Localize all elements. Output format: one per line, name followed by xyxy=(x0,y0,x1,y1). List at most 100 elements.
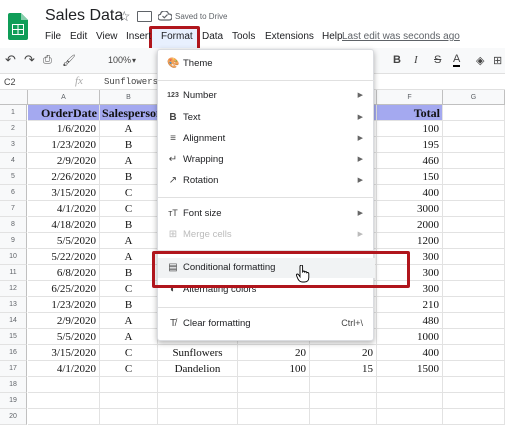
table-cell[interactable]: 3/15/2020 xyxy=(28,185,100,201)
row-header[interactable]: 15 xyxy=(0,329,27,345)
header-cell[interactable]: Total xyxy=(377,105,443,121)
row-header[interactable]: 8 xyxy=(0,217,27,233)
table-cell[interactable] xyxy=(377,409,443,425)
table-cell[interactable] xyxy=(443,233,505,249)
table-cell[interactable]: 20 xyxy=(238,345,310,361)
table-cell[interactable] xyxy=(443,329,505,345)
cell-reference[interactable]: C2 xyxy=(4,77,16,87)
table-cell[interactable] xyxy=(100,393,158,409)
row-header[interactable]: 12 xyxy=(0,281,27,297)
zoom-select[interactable]: 100% xyxy=(108,55,131,65)
bold-icon[interactable]: B xyxy=(393,54,401,66)
row-header[interactable]: 10 xyxy=(0,249,27,265)
menu-item-text[interactable]: B Text ▶ xyxy=(158,108,375,128)
table-cell[interactable] xyxy=(443,217,505,233)
table-cell[interactable] xyxy=(28,377,100,393)
fill-color-icon[interactable]: ◈ xyxy=(476,54,484,67)
table-cell[interactable] xyxy=(377,393,443,409)
print-icon[interactable]: ⎙ xyxy=(43,54,52,67)
borders-icon[interactable]: ⊞ xyxy=(493,54,502,67)
table-cell[interactable] xyxy=(310,409,377,425)
table-cell[interactable]: 4/1/2020 xyxy=(28,361,100,377)
table-cell[interactable] xyxy=(158,377,238,393)
table-cell[interactable]: A xyxy=(100,329,158,345)
table-cell[interactable]: 100 xyxy=(377,121,443,137)
table-cell[interactable]: 1/23/2020 xyxy=(28,137,100,153)
star-icon[interactable]: ☆ xyxy=(118,8,131,25)
table-cell[interactable]: B xyxy=(100,137,158,153)
table-cell[interactable]: 1500 xyxy=(377,361,443,377)
last-edit-link[interactable]: Last edit was seconds ago xyxy=(342,31,460,42)
row-header[interactable]: 16 xyxy=(0,345,27,361)
col-header-b[interactable]: B xyxy=(100,90,158,105)
table-cell[interactable]: Sunflowers xyxy=(158,345,238,361)
table-cell[interactable]: 1000 xyxy=(377,329,443,345)
menu-format[interactable]: Format xyxy=(161,31,193,42)
row-header[interactable]: 20 xyxy=(0,409,27,425)
col-header-f[interactable]: F xyxy=(377,90,443,105)
table-cell[interactable] xyxy=(443,249,505,265)
strikethrough-icon[interactable]: S xyxy=(434,54,441,66)
select-all-corner[interactable] xyxy=(0,90,28,105)
formula-input[interactable]: Sunflowers xyxy=(104,77,158,87)
table-cell[interactable]: Dandelion xyxy=(158,361,238,377)
row-header[interactable]: 13 xyxy=(0,297,27,313)
menu-file[interactable]: File xyxy=(45,31,61,42)
table-cell[interactable] xyxy=(443,281,505,297)
table-cell[interactable]: C xyxy=(100,345,158,361)
row-header[interactable]: 11 xyxy=(0,265,27,281)
italic-icon[interactable]: I xyxy=(414,54,418,66)
table-cell[interactable]: 1/6/2020 xyxy=(28,121,100,137)
table-cell[interactable]: 6/25/2020 xyxy=(28,281,100,297)
table-cell[interactable]: 150 xyxy=(377,169,443,185)
table-cell[interactable] xyxy=(443,345,505,361)
table-cell[interactable] xyxy=(443,201,505,217)
table-cell[interactable]: 195 xyxy=(377,137,443,153)
table-cell[interactable]: 100 xyxy=(238,361,310,377)
table-cell[interactable]: A xyxy=(100,233,158,249)
table-cell[interactable] xyxy=(443,393,505,409)
table-cell[interactable] xyxy=(443,105,505,121)
menu-data[interactable]: Data xyxy=(202,31,223,42)
header-cell[interactable]: OrderDate xyxy=(28,105,100,121)
folder-icon[interactable] xyxy=(137,11,152,22)
table-cell[interactable] xyxy=(443,297,505,313)
table-cell[interactable] xyxy=(443,137,505,153)
table-cell[interactable]: C xyxy=(100,281,158,297)
menu-edit[interactable]: Edit xyxy=(70,31,87,42)
table-cell[interactable] xyxy=(443,313,505,329)
table-cell[interactable]: 3000 xyxy=(377,201,443,217)
col-header-a[interactable]: A xyxy=(28,90,100,105)
chevron-down-icon[interactable]: ▾ xyxy=(132,56,136,65)
paint-format-icon[interactable]: 🖌 xyxy=(62,54,76,67)
table-cell[interactable]: 5/5/2020 xyxy=(28,329,100,345)
table-cell[interactable]: B xyxy=(100,169,158,185)
row-header[interactable]: 2 xyxy=(0,121,27,137)
table-cell[interactable] xyxy=(443,377,505,393)
table-cell[interactable]: B xyxy=(100,265,158,281)
table-cell[interactable]: 2/9/2020 xyxy=(28,153,100,169)
table-cell[interactable]: 2/9/2020 xyxy=(28,313,100,329)
table-cell[interactable]: 400 xyxy=(377,185,443,201)
table-cell[interactable] xyxy=(28,393,100,409)
table-cell[interactable] xyxy=(443,169,505,185)
table-cell[interactable]: B xyxy=(100,217,158,233)
row-header[interactable]: 9 xyxy=(0,233,27,249)
table-cell[interactable]: 20 xyxy=(310,345,377,361)
table-cell[interactable]: 4/1/2020 xyxy=(28,201,100,217)
table-cell[interactable]: 3/15/2020 xyxy=(28,345,100,361)
table-cell[interactable]: 15 xyxy=(310,361,377,377)
table-cell[interactable]: 2/26/2020 xyxy=(28,169,100,185)
menu-view[interactable]: View xyxy=(96,31,118,42)
menu-item-rotation[interactable]: ↗ Rotation ▶ xyxy=(158,171,375,191)
table-cell[interactable]: A xyxy=(100,249,158,265)
table-cell[interactable]: 480 xyxy=(377,313,443,329)
table-cell[interactable]: B xyxy=(100,297,158,313)
menu-help[interactable]: Help xyxy=(322,31,343,42)
table-cell[interactable]: 2000 xyxy=(377,217,443,233)
table-cell[interactable] xyxy=(238,393,310,409)
menu-extensions[interactable]: Extensions xyxy=(265,31,314,42)
menu-item-number[interactable]: 123 Number ▶ xyxy=(158,86,375,106)
table-cell[interactable] xyxy=(443,121,505,137)
table-cell[interactable]: A xyxy=(100,153,158,169)
